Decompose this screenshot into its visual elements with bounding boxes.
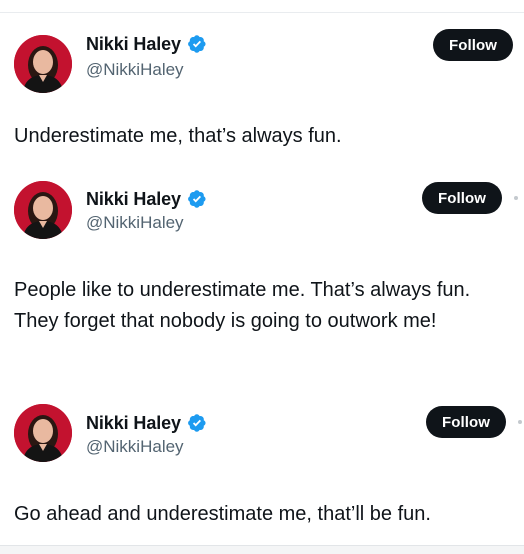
author-handle[interactable]: @NikkiHaley [86,60,184,80]
verified-badge-icon [188,414,206,432]
avatar[interactable] [14,181,72,239]
more-options-icon[interactable] [518,420,522,424]
verified-badge-icon [188,190,206,208]
verified-badge-icon [188,35,206,53]
author-handle[interactable]: @NikkiHaley [86,213,184,233]
avatar[interactable] [14,404,72,462]
tweet-text: Underestimate me, that’s always fun. [14,125,342,147]
profile-photo-avatar [14,404,72,462]
tweet-text: People like to underestimate me. That’s … [14,279,471,332]
top-divider [0,0,524,13]
follow-button[interactable]: Follow [426,406,506,438]
follow-button[interactable]: Follow [422,182,502,214]
author-name[interactable]: Nikki Haley [86,34,181,55]
profile-photo-avatar [14,35,72,93]
tweet-text: Go ahead and underestimate me, that’ll b… [14,503,431,525]
avatar[interactable] [14,35,72,93]
more-options-icon[interactable] [514,196,518,200]
author-name[interactable]: Nikki Haley [86,189,181,210]
author-name[interactable]: Nikki Haley [86,413,181,434]
author-handle[interactable]: @NikkiHaley [86,437,184,457]
profile-photo-avatar [14,181,72,239]
follow-button[interactable]: Follow [433,29,513,61]
